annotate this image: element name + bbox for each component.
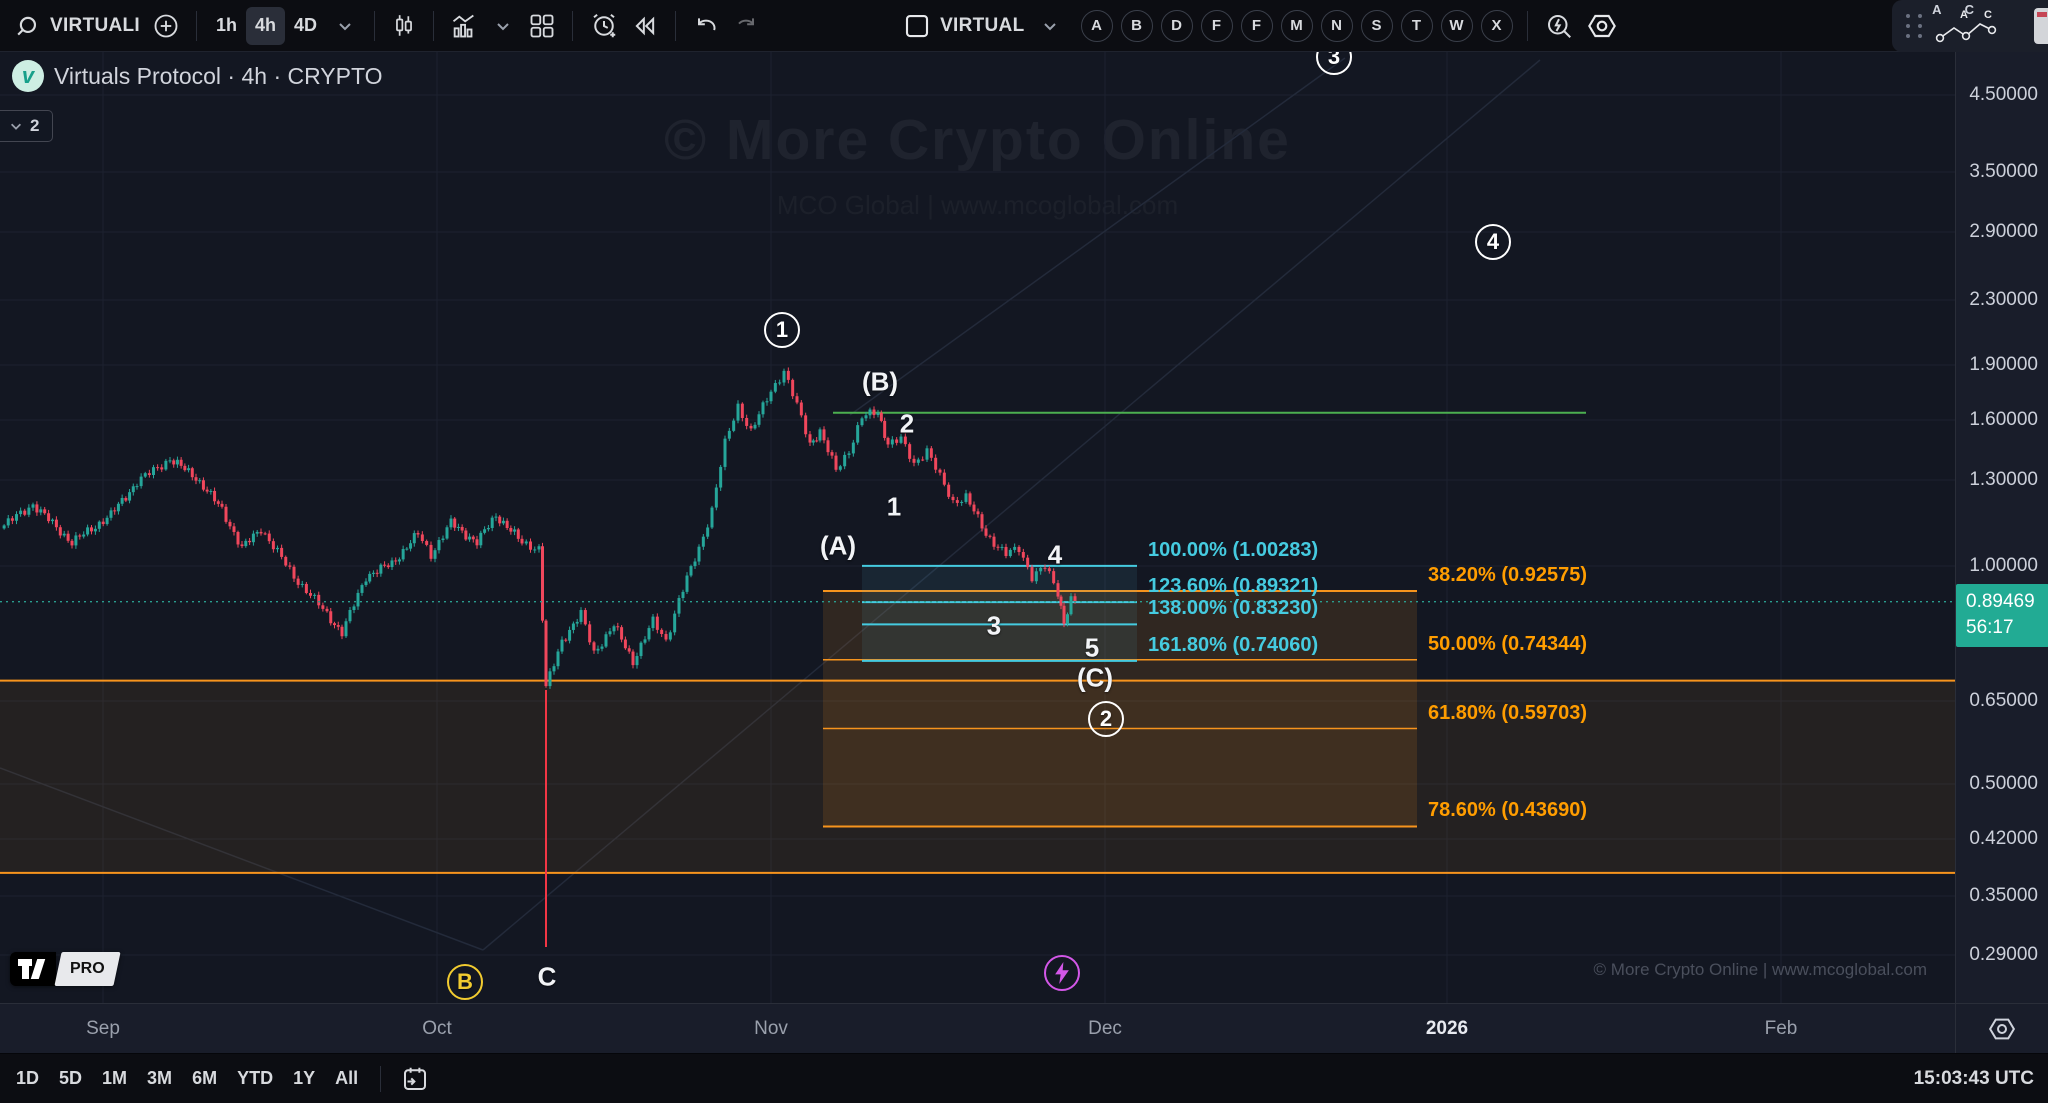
symbol-info-row[interactable]: v Virtuals Protocol · 4h · CRYPTO [12,60,383,92]
settings-hexagon-icon[interactable] [1580,7,1624,45]
chart-credit: © More Crypto Online | www.mcoglobal.com [1594,960,1927,980]
bar-replay-icon[interactable] [625,7,665,45]
range-1d[interactable]: 1D [6,1062,49,1094]
layout-tab-badge-n-6[interactable]: N [1321,10,1353,42]
layout-tab-badge-b-1[interactable]: B [1121,10,1153,42]
toolbar-separator [196,11,197,41]
toolbar-separator [380,1066,381,1092]
drag-handle-dots-icon[interactable] [1906,14,1924,38]
price-label: 0.65000 [1969,690,2038,712]
tradingview-app: VIRTUALI 1h4h4D [0,0,2048,1103]
candlestick-chart[interactable] [0,52,1955,1003]
toolbar-separator [374,11,375,41]
svg-text:C: C [1984,9,1992,21]
toolbar-separator [1527,11,1528,41]
object-tree-collapse-pill[interactable]: 2 [0,110,53,142]
time-label-2026: 2026 [1426,1018,1468,1040]
toolbar-separator [675,11,676,41]
last-price-badge: 0.8946956:17 [1956,584,2048,647]
go-to-date-calendar-icon[interactable] [393,1059,437,1099]
range-ytd[interactable]: YTD [227,1062,283,1094]
toolbar-separator [433,11,434,41]
watchlist-chevron-icon[interactable] [1031,7,1069,45]
price-label: 0.35000 [1969,885,2038,907]
price-label: 4.50000 [1969,84,2038,106]
date-range-group: 1D5D1M3M6MYTD1YAll [6,1068,368,1089]
utc-clock[interactable]: 15:03:43 UTC [1914,1068,2034,1090]
last-price: 0.89469 [1966,589,2048,616]
indicators-icon[interactable] [444,7,484,45]
layout-tab-badge-x-10[interactable]: X [1481,10,1513,42]
time-label-nov: Nov [754,1018,788,1040]
chart-pane[interactable]: © More Crypto Online MCO Global | www.mc… [0,52,1955,1003]
indicators-chevron-icon[interactable] [484,7,522,45]
drawing-panel-handle[interactable]: A C A C [1892,0,2048,52]
range-all[interactable]: All [325,1062,368,1094]
tradingview-mark-icon [10,952,56,986]
price-label: 0.42000 [1969,828,2038,850]
axis-settings-corner[interactable] [1955,1004,2048,1054]
screener-lightning-icon[interactable] [1538,7,1580,45]
price-label: 1.00000 [1969,555,2038,577]
timeframe-1h[interactable]: 1h [207,7,246,45]
time-label-feb: Feb [1765,1018,1798,1040]
range-5d[interactable]: 5D [49,1062,92,1094]
price-label: 0.29000 [1969,944,2038,966]
watchlist-flag-icon[interactable] [896,7,938,45]
price-label: 1.30000 [1969,469,2038,491]
price-label: 0.50000 [1969,773,2038,795]
price-label: 3.50000 [1969,161,2038,183]
price-label: 1.90000 [1969,354,2038,376]
price-label: 2.90000 [1969,221,2038,243]
chart-style-candles-icon[interactable] [385,7,423,45]
bottom-toolbar: 1D5D1M3M6MYTD1YAll 15:03:43 UTC [0,1053,2048,1103]
symbol-search-icon[interactable] [10,7,48,45]
price-axis[interactable]: 4.50000 3.50000 2.90000 2.30000 1.90000 1.600… [1955,52,2048,1003]
watchlist-symbol-label[interactable]: VIRTUAL [940,15,1024,37]
add-symbol-button[interactable] [146,7,186,45]
range-6m[interactable]: 6M [182,1062,227,1094]
corner-letters: A C [1932,2,1984,17]
price-label: 1.60000 [1969,409,2038,431]
range-3m[interactable]: 3M [137,1062,182,1094]
time-label-sep: Sep [86,1018,120,1040]
layout-tab-badge-m-5[interactable]: M [1281,10,1313,42]
redo-icon[interactable] [726,7,766,45]
hidden-drawings-count: 2 [30,116,39,136]
virtuals-protocol-logo-icon: v [12,60,44,92]
timeframe-group: 1h4h4D [207,7,326,45]
time-label-oct: Oct [422,1018,452,1040]
layout-tab-badge-a-0[interactable]: A [1081,10,1113,42]
layout-tab-badge-s-7[interactable]: S [1361,10,1393,42]
price-scale-settings-hexagon-icon[interactable] [1987,1014,2017,1044]
timeframe-4D[interactable]: 4D [285,7,326,45]
top-toolbar: VIRTUALI 1h4h4D [0,0,2048,52]
undo-icon[interactable] [686,7,726,45]
time-axis[interactable]: Sep Oct Nov Dec 2026 Feb [0,1003,2048,1053]
layout-tab-badge-f-4[interactable]: F [1241,10,1273,42]
toolbar-separator [572,11,573,41]
chevron-down-icon [9,119,23,133]
timeframe-4h[interactable]: 4h [246,7,285,45]
cutoff-panel-sliver [2034,8,2048,44]
symbol-title[interactable]: Virtuals Protocol · 4h · CRYPTO [54,63,383,90]
layout-tab-badge-w-9[interactable]: W [1441,10,1473,42]
range-1m[interactable]: 1M [92,1062,137,1094]
time-label-dec: Dec [1088,1018,1122,1040]
timeframe-menu-chevron-icon[interactable] [326,7,364,45]
tradingview-pro-logo[interactable]: PRO [10,952,117,986]
pro-badge: PRO [70,960,105,978]
layout-tab-badge-t-8[interactable]: T [1401,10,1433,42]
layout-grid-icon[interactable] [522,7,562,45]
layout-tab-badge-f-3[interactable]: F [1201,10,1233,42]
layout-tab-badges: ABDFFMNSTWX [1077,10,1517,42]
layout-tab-badge-d-2[interactable]: D [1161,10,1193,42]
symbol-search-input[interactable]: VIRTUALI [50,15,140,37]
bar-countdown: 56:17 [1966,615,2048,642]
alert-clock-icon[interactable] [583,7,625,45]
range-1y[interactable]: 1Y [283,1062,325,1094]
price-label: 2.30000 [1969,289,2038,311]
